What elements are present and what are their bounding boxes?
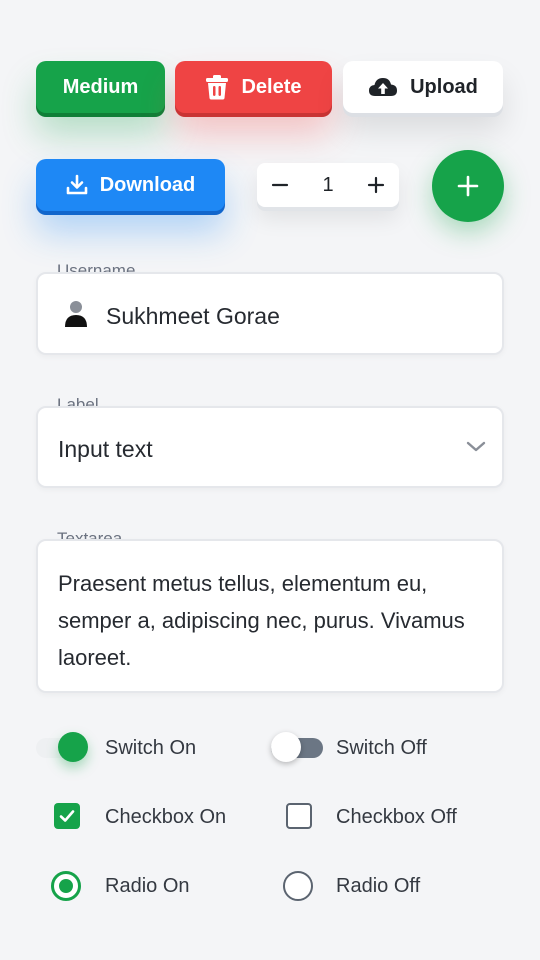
user-icon	[64, 300, 88, 333]
quantity-stepper: 1	[257, 163, 399, 207]
switch-on-toggle[interactable]	[36, 732, 88, 762]
plus-icon	[367, 176, 385, 194]
radio-dot	[59, 879, 73, 893]
checkbox-off-label: Checkbox Off	[336, 806, 457, 828]
checkbox-on[interactable]	[54, 803, 80, 829]
username-field[interactable]: Sukhmeet Gorae	[36, 272, 504, 355]
delete-button-label: Delete	[241, 75, 302, 98]
radio-on-label: Radio On	[105, 875, 190, 897]
chevron-down-icon	[466, 440, 486, 458]
upload-button-label: Upload	[410, 75, 478, 98]
download-button[interactable]: Download	[36, 159, 225, 211]
textarea-value: Praesent metus tellus, elementum eu, sem…	[58, 571, 465, 670]
select-field[interactable]: Input text	[36, 406, 504, 488]
username-value: Sukhmeet Gorae	[106, 303, 280, 329]
switch-off-label: Switch Off	[336, 737, 427, 759]
decrement-button[interactable]	[257, 163, 303, 207]
checkbox-on-label: Checkbox On	[105, 806, 227, 828]
checkmark-icon	[59, 810, 75, 822]
minus-icon	[271, 183, 289, 187]
quantity-value[interactable]: 1	[303, 174, 353, 197]
cloud-upload-icon	[368, 75, 398, 99]
add-fab-button[interactable]	[432, 150, 504, 222]
checkbox-off[interactable]	[286, 803, 312, 829]
switch-on-label: Switch On	[105, 737, 197, 759]
trash-icon	[205, 74, 229, 100]
switch-knob	[271, 732, 301, 762]
switch-knob	[58, 732, 88, 762]
switch-off-toggle[interactable]	[271, 732, 323, 762]
download-button-label: Download	[99, 173, 196, 196]
increment-button[interactable]	[353, 163, 399, 207]
radio-off-label: Radio Off	[336, 875, 421, 897]
textarea-field[interactable]: Praesent metus tellus, elementum eu, sem…	[36, 539, 504, 693]
radio-on[interactable]	[51, 871, 81, 901]
plus-icon	[457, 175, 479, 197]
delete-button[interactable]: Delete	[175, 61, 332, 113]
medium-button-label: Medium	[62, 75, 139, 98]
download-icon	[66, 174, 88, 196]
upload-button[interactable]: Upload	[343, 61, 503, 113]
radio-off[interactable]	[283, 871, 313, 901]
medium-button[interactable]: Medium	[36, 61, 165, 113]
select-value: Input text	[58, 436, 153, 462]
